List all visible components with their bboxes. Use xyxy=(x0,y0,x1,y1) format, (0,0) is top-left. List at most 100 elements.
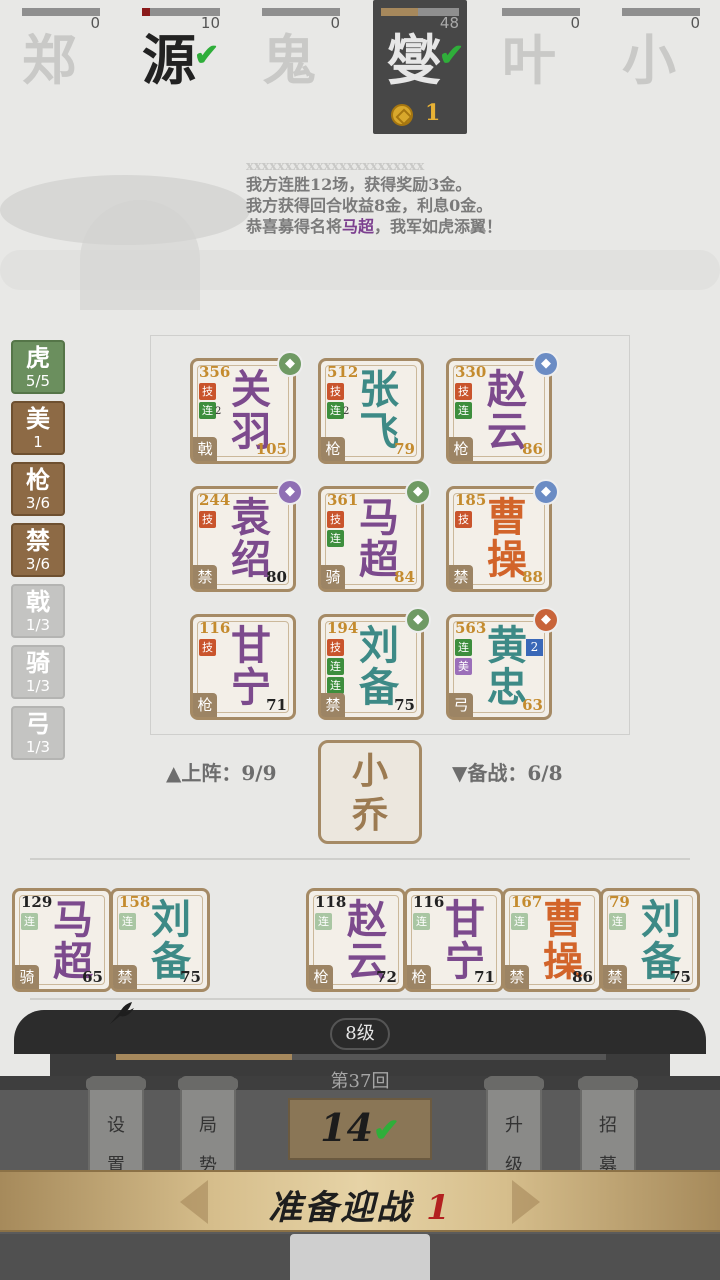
banner-text: 准备迎战 1 xyxy=(0,1180,720,1229)
player-name: 小 xyxy=(622,28,676,92)
bench-divider xyxy=(30,858,690,860)
player-level: 8级 xyxy=(330,1018,390,1050)
hero-level: 75 xyxy=(180,968,201,986)
trait-badge[interactable]: 戟 1/3 xyxy=(11,584,65,638)
helmet-icon: ◆ xyxy=(405,479,431,505)
player-slot[interactable]: 0鬼 xyxy=(240,0,340,134)
board-hero-card[interactable]: 244 袁绍技 80 禁 ◆ xyxy=(190,479,303,592)
hp-number: 48 xyxy=(439,14,459,32)
hero-class: 禁 xyxy=(321,693,345,717)
bench-hero-card[interactable]: 129 马超连 65 骑 xyxy=(12,888,112,992)
trait-badge[interactable]: 虎 5/5 xyxy=(11,340,65,394)
hero-class: 戟 xyxy=(193,437,217,461)
combo-tag: 连 xyxy=(199,402,216,419)
log-line: 我方获得回合收益8金，利息0金。 xyxy=(246,196,493,215)
hero-level: 71 xyxy=(474,968,495,986)
advisor-card[interactable]: 小乔 xyxy=(318,740,422,844)
skill-tag: 技 xyxy=(327,383,344,400)
hero-level: 80 xyxy=(266,568,287,586)
ready-check-icon: ✔ xyxy=(373,1111,400,1149)
trait-badge[interactable]: 美1 xyxy=(11,401,65,455)
hero-class: 禁 xyxy=(113,965,137,989)
beauty-tag: 美 xyxy=(455,658,472,675)
ready-banner[interactable]: 准备迎战 1 xyxy=(0,1170,720,1232)
player-slot[interactable]: 48 燮 ✔ 1 xyxy=(373,0,467,134)
hp-fill xyxy=(142,8,150,16)
brush-stroke xyxy=(0,250,720,290)
battle-log: xxxxxxxxxxxxxxxxxxxxxxx 我方连胜12场，获得奖励3金。 … xyxy=(246,160,686,237)
gold-display: 1 xyxy=(387,100,459,128)
hero-level: 65 xyxy=(82,968,103,986)
board-hero-card[interactable]: 194 刘备技连连 75 禁 ◆ xyxy=(318,607,431,720)
hero-level: 86 xyxy=(572,968,593,986)
banner-label: 准备迎战 xyxy=(268,1188,413,1228)
trait-count: 5/5 xyxy=(25,372,51,390)
combo-count: 2 xyxy=(343,406,350,417)
player-slot[interactable]: 0郑 xyxy=(0,0,100,134)
trait-name: 骑 xyxy=(26,648,50,677)
board-hero-card[interactable]: 356 关羽技连 2 105 戟 ◆ xyxy=(190,351,303,464)
trait-badge[interactable]: 枪 3/6 xyxy=(11,462,65,516)
bench-hero-card[interactable]: 158 刘备连 75 禁 xyxy=(110,888,210,992)
banner-number: 1 xyxy=(426,1188,452,1228)
trait-count: 3/6 xyxy=(25,494,51,512)
upgrade-button[interactable]: 升级 xyxy=(484,1076,544,1176)
hp-bar xyxy=(622,8,700,16)
board-hero-card[interactable]: 361 马超技连 84 骑 ◆ xyxy=(318,479,431,592)
hero-class: 禁 xyxy=(449,565,473,589)
hero-level: 72 xyxy=(376,968,397,986)
settings-button[interactable]: 设置 xyxy=(86,1076,146,1176)
gold-amount: 1 xyxy=(425,100,441,126)
hero-class: 骑 xyxy=(15,965,39,989)
situation-button[interactable]: 局势 xyxy=(178,1076,238,1176)
ready-check-icon: ✔ xyxy=(194,38,220,73)
player-name: 燮 xyxy=(387,28,441,92)
trait-name: 禁 xyxy=(26,526,50,555)
trait-badge[interactable]: 骑 1/3 xyxy=(11,645,65,699)
bird-icon xyxy=(110,1002,134,1024)
combo-count: 2 xyxy=(215,406,222,417)
hero-class: 禁 xyxy=(505,965,529,989)
hero-class: 枪 xyxy=(193,693,217,717)
hero-level: 105 xyxy=(255,440,287,458)
board-hero-card[interactable]: 330 赵云技连 86 枪 ◆ xyxy=(446,351,559,464)
bench-hero-card[interactable]: 116 甘宁连 71 枪 xyxy=(404,888,504,992)
board-hero-card[interactable]: 116 甘宁技 71 枪 xyxy=(190,614,296,720)
player-slot[interactable]: 10 源 ✔ xyxy=(120,0,220,134)
trait-badge[interactable]: 弓 1/3 xyxy=(11,706,65,760)
scroll-icon: ◆ xyxy=(277,479,303,505)
hero-class: 弓 xyxy=(449,693,473,717)
hero-level: 63 xyxy=(522,696,543,714)
log-hero-name: 马超 xyxy=(342,217,375,236)
footer-tab xyxy=(290,1234,430,1280)
countdown-timer: 14✔ xyxy=(288,1098,432,1160)
hero-level: 71 xyxy=(266,696,287,714)
skill-tag: 技 xyxy=(327,511,344,528)
trait-badge[interactable]: 禁 3/6 xyxy=(11,523,65,577)
hero-level: 86 xyxy=(522,440,543,458)
player-slot[interactable]: 0叶 xyxy=(480,0,580,134)
hero-power: 79 xyxy=(609,893,630,911)
hero-class: 枪 xyxy=(407,965,431,989)
log-text: 恭喜募得名将 xyxy=(246,217,343,236)
bench-hero-card[interactable]: 167 曹操连 86 禁 xyxy=(502,888,602,992)
trait-count: 3/6 xyxy=(25,555,51,573)
trait-name: 枪 xyxy=(26,465,50,494)
recruit-button[interactable]: 招募 xyxy=(578,1076,638,1176)
bench-hero-card[interactable]: 79 刘备连 75 禁 xyxy=(600,888,700,992)
board-hero-card[interactable]: 185 曹操技 88 禁 ◆ xyxy=(446,479,559,592)
hero-level: 79 xyxy=(394,440,415,458)
hp-fill xyxy=(381,8,419,16)
board-hero-card[interactable]: 512 张飞技连 2 79 枪 xyxy=(318,358,424,464)
trait-count: 1/3 xyxy=(25,616,51,634)
hero-level: 84 xyxy=(394,568,415,586)
trait-count: 1 xyxy=(33,433,43,451)
sword-icon: ◆ xyxy=(533,479,559,505)
hp-number: 10 xyxy=(200,14,220,32)
player-slot[interactable]: 0小 xyxy=(600,0,700,134)
ready-check-icon: ✔ xyxy=(439,38,465,73)
combo-tag: 连 xyxy=(315,913,332,930)
hero-level: 88 xyxy=(522,568,543,586)
board-hero-card[interactable]: 563 黄忠连美 2 63 弓 ◆ xyxy=(446,607,559,720)
bench-hero-card[interactable]: 118 赵云连 72 枪 xyxy=(306,888,406,992)
